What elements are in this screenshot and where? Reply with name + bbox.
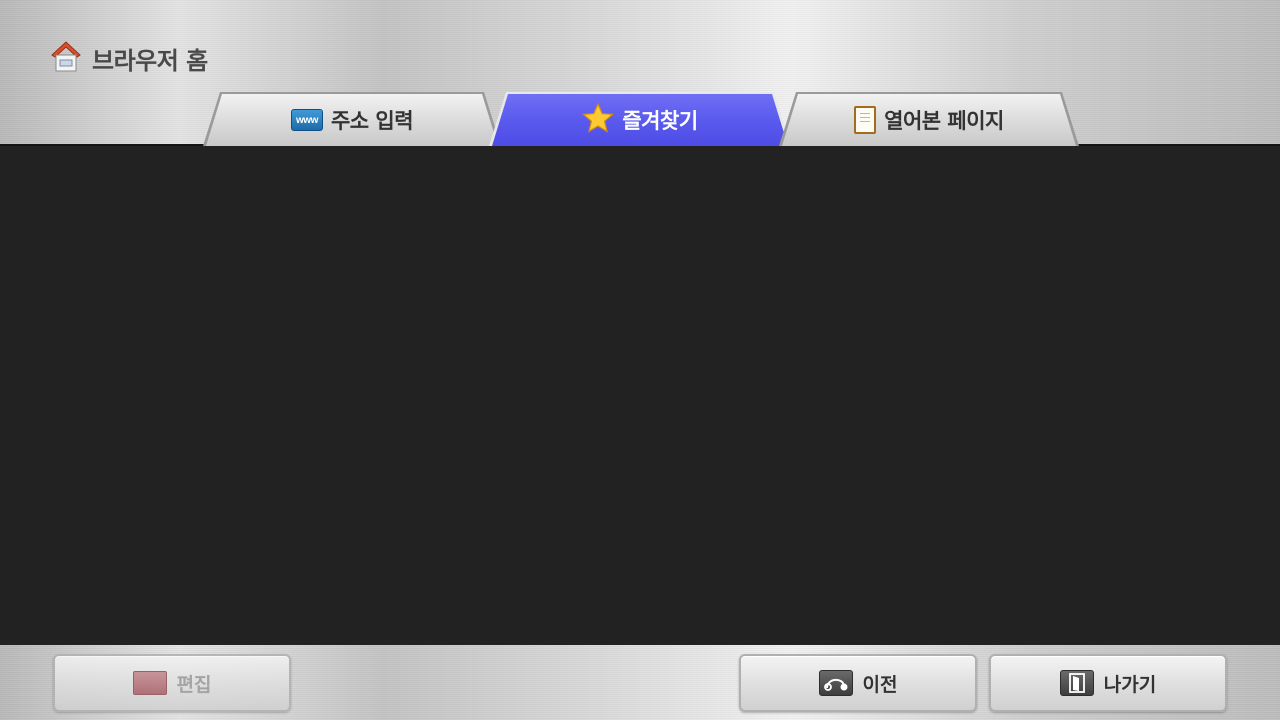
exit-door-icon bbox=[1059, 670, 1094, 696]
tab-opened-pages-label: 열어본 페이지 bbox=[884, 109, 1004, 133]
tab-address-input-label: 주소 입력 bbox=[330, 109, 414, 133]
return-icon bbox=[818, 670, 853, 696]
edit-button-label: 편집 bbox=[176, 673, 212, 696]
exit-button[interactable]: 나가기 bbox=[989, 654, 1227, 712]
previous-button-label: 이전 bbox=[862, 673, 898, 696]
exit-button-label: 나가기 bbox=[1103, 673, 1157, 696]
previous-button[interactable]: 이전 bbox=[739, 654, 977, 712]
top-bar: 브라우저 홈 www 주소 입력 즐겨찾기 열어본 페이지 bbox=[0, 0, 1280, 146]
favorites-content-area bbox=[0, 146, 1280, 645]
tab-favorites[interactable]: 즐겨찾기 bbox=[492, 94, 788, 146]
edit-button[interactable]: 편집 bbox=[53, 654, 291, 712]
red-button-icon bbox=[132, 671, 167, 695]
www-icon: www bbox=[290, 109, 323, 131]
page-title-group: 브라우저 홈 bbox=[50, 40, 208, 76]
document-icon bbox=[854, 106, 877, 134]
tab-opened-pages[interactable]: 열어본 페이지 bbox=[782, 94, 1076, 146]
star-icon bbox=[582, 102, 615, 139]
tab-address-input[interactable]: www 주소 입력 bbox=[206, 94, 498, 146]
bottom-bar: 편집 이전 나가기 bbox=[0, 645, 1280, 720]
home-icon bbox=[50, 39, 82, 77]
page-title: 브라우저 홈 bbox=[92, 46, 208, 75]
tab-favorites-label: 즐겨찾기 bbox=[622, 109, 698, 133]
